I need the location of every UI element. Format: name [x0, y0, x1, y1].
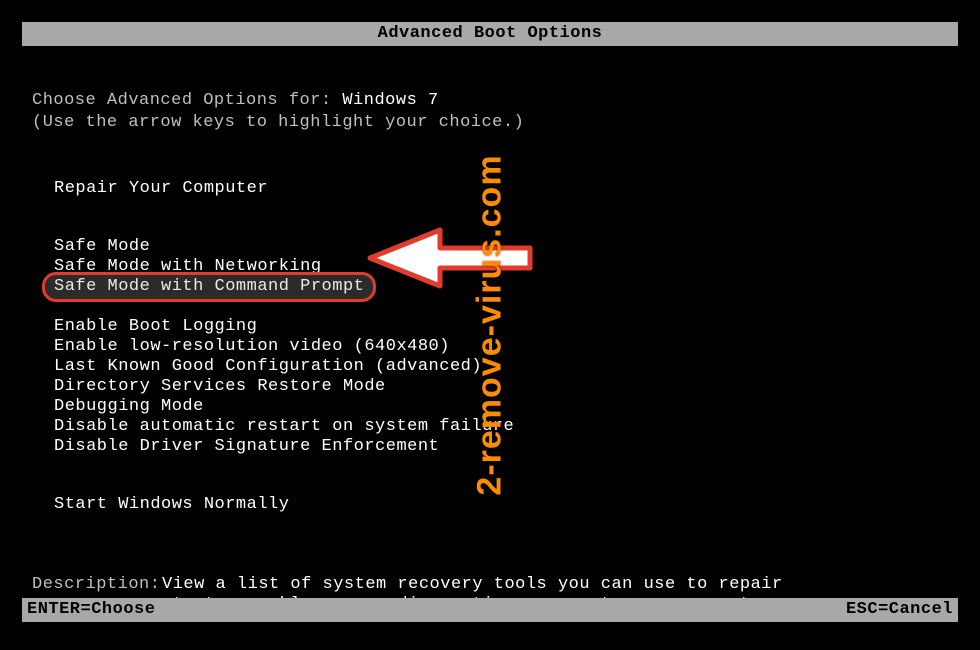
option-group-repair: Repair Your Computer — [52, 179, 948, 199]
footer-bar: ENTER=Choose ESC=Cancel — [22, 598, 958, 622]
option-enable-boot-logging[interactable]: Enable Boot Logging — [52, 317, 259, 336]
option-group-safemode: Safe Mode Safe Mode with Networking Safe… — [52, 237, 948, 297]
option-low-res-video[interactable]: Enable low-resolution video (640x480) — [52, 337, 452, 356]
os-name: Windows 7 — [342, 91, 438, 110]
option-last-known-good[interactable]: Last Known Good Configuration (advanced) — [52, 357, 484, 376]
boot-options-screen: Advanced Boot Options Choose Advanced Op… — [0, 0, 980, 650]
option-safe-mode[interactable]: Safe Mode — [52, 237, 152, 256]
choose-line: Choose Advanced Options for: Windows 7 — [32, 91, 948, 111]
footer-enter: ENTER=Choose — [27, 598, 155, 622]
option-debugging-mode[interactable]: Debugging Mode — [52, 397, 206, 416]
title-bar: Advanced Boot Options — [22, 22, 958, 46]
option-disable-auto-restart[interactable]: Disable automatic restart on system fail… — [52, 417, 516, 436]
option-group-advanced: Enable Boot Logging Enable low-resolutio… — [52, 317, 948, 457]
choose-prefix: Choose Advanced Options for: — [32, 91, 342, 110]
option-safe-mode-command-prompt[interactable]: Safe Mode with Command Prompt — [52, 277, 366, 296]
body-content: Choose Advanced Options for: Windows 7 (… — [0, 46, 980, 615]
option-group-normal: Start Windows Normally — [52, 495, 948, 515]
option-safe-mode-networking[interactable]: Safe Mode with Networking — [52, 257, 324, 276]
footer-esc: ESC=Cancel — [846, 598, 953, 622]
screen-title: Advanced Boot Options — [378, 24, 603, 43]
option-start-windows-normally[interactable]: Start Windows Normally — [52, 495, 291, 514]
arrow-hint: (Use the arrow keys to highlight your ch… — [32, 113, 948, 133]
option-disable-driver-sig[interactable]: Disable Driver Signature Enforcement — [52, 437, 441, 456]
option-directory-services-restore[interactable]: Directory Services Restore Mode — [52, 377, 388, 396]
option-repair-your-computer[interactable]: Repair Your Computer — [52, 179, 270, 198]
